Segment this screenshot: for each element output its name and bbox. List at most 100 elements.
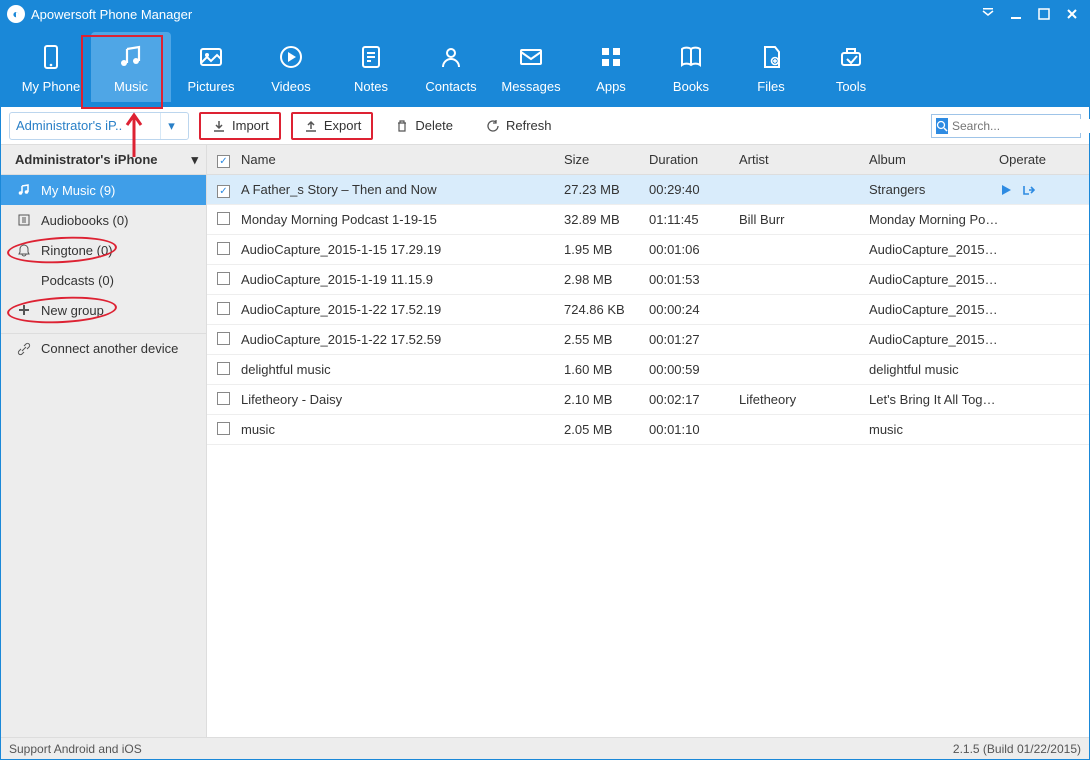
sidebar-item-label: My Music (9) <box>41 183 115 198</box>
tab-apps[interactable]: Apps <box>571 32 651 102</box>
play-icon[interactable] <box>999 183 1013 197</box>
tab-notes[interactable]: Notes <box>331 32 411 102</box>
device-dropdown[interactable]: Administrator's iP.. ▾ <box>9 112 189 140</box>
cell-name: delightful music <box>241 362 564 377</box>
table-row[interactable]: AudioCapture_2015-1-22 17.52.59 2.55 MB … <box>207 325 1089 355</box>
table-row[interactable]: AudioCapture_2015-1-15 17.29.19 1.95 MB … <box>207 235 1089 265</box>
cell-duration: 00:01:27 <box>649 332 739 347</box>
row-checkbox[interactable] <box>217 272 230 285</box>
export-row-icon[interactable] <box>1021 183 1035 197</box>
col-size[interactable]: Size <box>564 152 649 167</box>
tab-label: Files <box>757 79 784 94</box>
row-checkbox[interactable] <box>217 422 230 435</box>
cell-size: 724.86 KB <box>564 302 649 317</box>
tab-my-phone[interactable]: My Phone <box>11 32 91 102</box>
maximize-button[interactable] <box>1037 7 1055 21</box>
tab-label: Contacts <box>425 79 476 94</box>
tab-tools[interactable]: Tools <box>811 32 891 102</box>
cell-name: A Father_s Story – Then and Now <box>241 182 564 197</box>
table-row[interactable]: AudioCapture_2015-1-22 17.52.19 724.86 K… <box>207 295 1089 325</box>
search-input[interactable] <box>948 119 1090 133</box>
sidebar-item-audiobooks[interactable]: Audiobooks (0) <box>1 205 206 235</box>
col-name[interactable]: Name <box>241 152 564 167</box>
tab-books[interactable]: Books <box>651 32 731 102</box>
table-row[interactable]: music 2.05 MB 00:01:10 music <box>207 415 1089 445</box>
table-row[interactable]: delightful music 1.60 MB 00:00:59 deligh… <box>207 355 1089 385</box>
delete-button[interactable]: Delete <box>383 112 464 140</box>
connect-another-label: Connect another device <box>41 341 178 356</box>
action-bar: Administrator's iP.. ▾ Import Export Del… <box>1 107 1089 145</box>
import-button[interactable]: Import <box>199 112 281 140</box>
col-artist[interactable]: Artist <box>739 152 869 167</box>
table-row[interactable]: Monday Morning Podcast 1-19-15 32.89 MB … <box>207 205 1089 235</box>
row-checkbox[interactable] <box>217 302 230 315</box>
row-checkbox[interactable] <box>217 242 230 255</box>
cell-name: AudioCapture_2015-1-22 17.52.19 <box>241 302 564 317</box>
search-box[interactable]: ✕ <box>931 114 1081 138</box>
search-icon <box>936 118 948 134</box>
cell-duration: 00:29:40 <box>649 182 739 197</box>
tab-music[interactable]: Music <box>91 32 171 102</box>
cell-size: 1.95 MB <box>564 242 649 257</box>
cell-size: 2.10 MB <box>564 392 649 407</box>
tab-label: Books <box>673 79 709 94</box>
files-icon <box>757 41 785 73</box>
tab-pictures[interactable]: Pictures <box>171 32 251 102</box>
close-button[interactable] <box>1065 7 1083 21</box>
cell-name: Lifetheory - Daisy <box>241 392 564 407</box>
export-button[interactable]: Export <box>291 112 374 140</box>
table-row[interactable]: Lifetheory - Daisy 2.10 MB 00:02:17 Life… <box>207 385 1089 415</box>
tab-contacts[interactable]: Contacts <box>411 32 491 102</box>
tab-videos[interactable]: Videos <box>251 32 331 102</box>
window-title: Apowersoft Phone Manager <box>31 7 981 22</box>
cell-album: AudioCapture_2015… <box>869 242 999 257</box>
sidebar-item-icon <box>17 303 33 317</box>
cell-size: 2.55 MB <box>564 332 649 347</box>
cell-album: Let's Bring It All Tog… <box>869 392 999 407</box>
minimize-button[interactable] <box>1009 7 1027 21</box>
tab-files[interactable]: Files <box>731 32 811 102</box>
music-table: ✓ Name Size Duration Artist Album Operat… <box>207 145 1089 737</box>
table-header: ✓ Name Size Duration Artist Album Operat… <box>207 145 1089 175</box>
select-all-checkbox[interactable]: ✓ <box>217 155 230 168</box>
refresh-button[interactable]: Refresh <box>474 112 563 140</box>
status-bar: Support Android and iOS 2.1.5 (Build 01/… <box>1 737 1089 759</box>
tab-messages[interactable]: Messages <box>491 32 571 102</box>
row-checkbox[interactable] <box>217 212 230 225</box>
refresh-label: Refresh <box>506 118 552 133</box>
sidebar-item-icon <box>17 243 33 257</box>
sidebar-device-header[interactable]: Administrator's iPhone ▾ <box>1 145 206 175</box>
row-checkbox[interactable] <box>217 362 230 375</box>
sidebar-item-podcasts[interactable]: Podcasts (0) <box>1 265 206 295</box>
titlebar: ◐ Apowersoft Phone Manager <box>1 1 1089 27</box>
tab-label: Pictures <box>188 79 235 94</box>
sidebar-item-my[interactable]: My Music (9) <box>1 175 206 205</box>
col-album[interactable]: Album <box>869 152 999 167</box>
pictures-icon <box>197 41 225 73</box>
table-row[interactable]: ✓ A Father_s Story – Then and Now 27.23 … <box>207 175 1089 205</box>
col-operate[interactable]: Operate <box>999 152 1079 167</box>
col-duration[interactable]: Duration <box>649 152 739 167</box>
cell-duration: 00:01:53 <box>649 272 739 287</box>
refresh-icon <box>485 118 501 134</box>
options-icon[interactable] <box>981 7 999 21</box>
tab-label: Videos <box>271 79 311 94</box>
cell-album: AudioCapture_2015… <box>869 272 999 287</box>
link-icon <box>17 342 33 356</box>
table-row[interactable]: AudioCapture_2015-1-19 11.15.9 2.98 MB 0… <box>207 265 1089 295</box>
tab-label: Music <box>114 79 148 94</box>
cell-duration: 00:00:59 <box>649 362 739 377</box>
cell-name: AudioCapture_2015-1-22 17.52.59 <box>241 332 564 347</box>
row-checkbox[interactable]: ✓ <box>217 185 230 198</box>
cell-artist: Bill Burr <box>739 212 869 227</box>
tab-label: Apps <box>596 79 626 94</box>
row-checkbox[interactable] <box>217 392 230 405</box>
cell-name: music <box>241 422 564 437</box>
sidebar-item-new[interactable]: New group <box>1 295 206 325</box>
tab-label: Messages <box>501 79 560 94</box>
sidebar-item-ringtone[interactable]: Ringtone (0) <box>1 235 206 265</box>
contacts-icon <box>437 41 465 73</box>
connect-another-device[interactable]: Connect another device <box>1 333 206 363</box>
row-checkbox[interactable] <box>217 332 230 345</box>
messages-icon <box>517 41 545 73</box>
